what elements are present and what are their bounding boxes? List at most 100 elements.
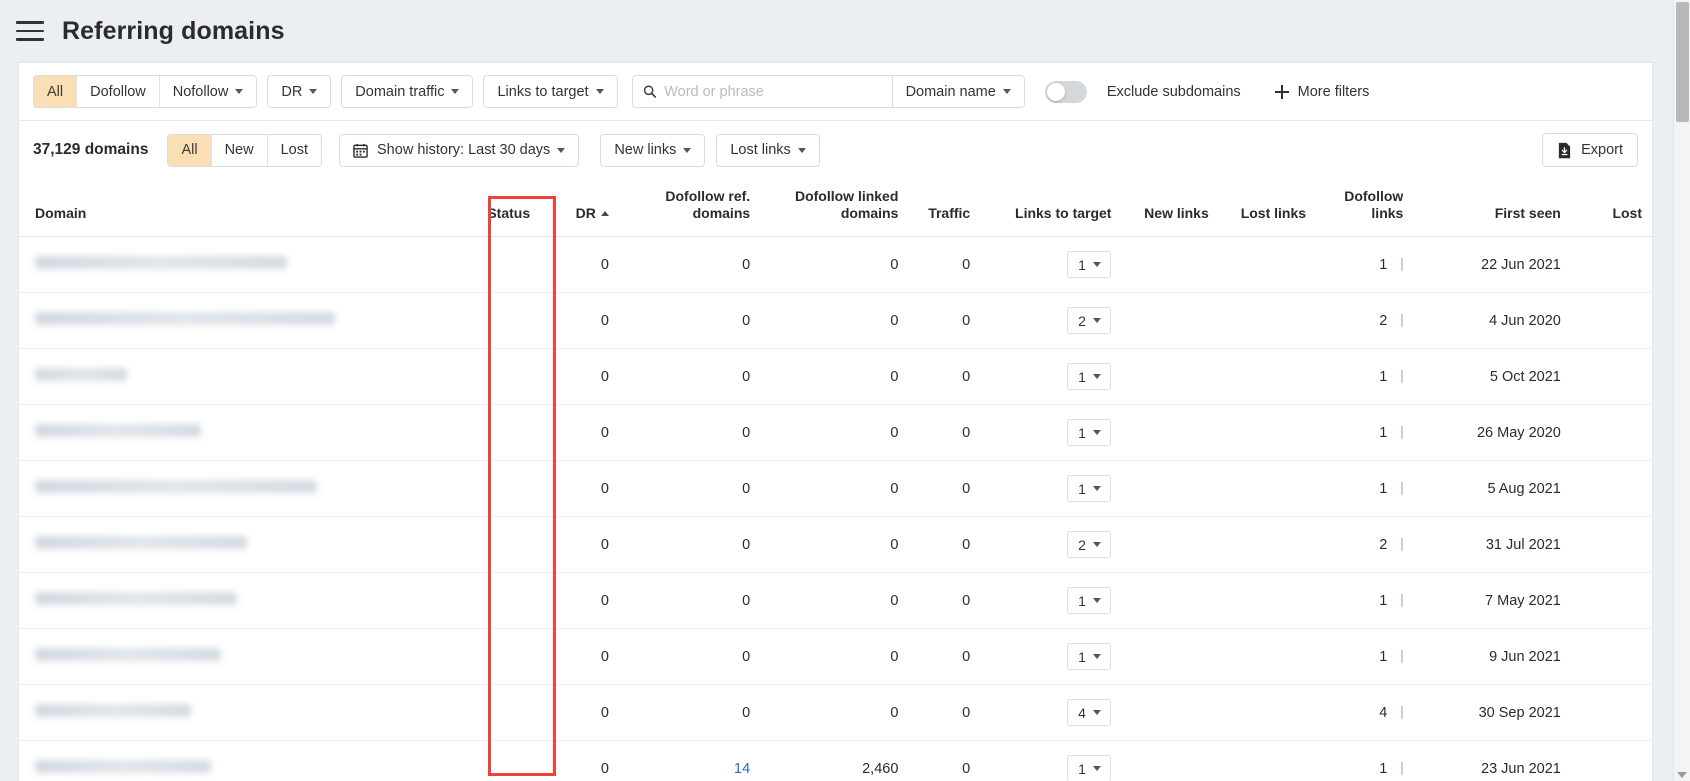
sparkline-mark-icon	[1401, 650, 1403, 663]
cell-dofollow-ref-domains[interactable]: 14	[619, 741, 760, 781]
links-to-target-dropdown[interactable]: 2	[1067, 531, 1111, 558]
col-links-to-target[interactable]: Links to target	[980, 180, 1121, 237]
cell-domain[interactable]	[19, 741, 427, 781]
table-row[interactable]: 00001126 May 2020	[19, 405, 1652, 461]
cell-lost-links	[1219, 741, 1316, 781]
cell-dofollow-links: 1	[1316, 629, 1413, 685]
cell-status	[427, 293, 540, 349]
filter-bar: All Dofollow Nofollow DR Domain traffic …	[19, 63, 1652, 121]
show-history-button[interactable]: Show history: Last 30 days	[339, 134, 579, 167]
cell-domain[interactable]	[19, 517, 427, 573]
col-lost-links[interactable]: Lost links	[1219, 180, 1316, 237]
cell-links-to-target: 4	[980, 685, 1121, 741]
scroll-down-arrow-icon[interactable]	[1677, 772, 1687, 778]
chevron-down-icon	[1003, 89, 1011, 94]
exclude-subdomains-label: Exclude subdomains	[1107, 84, 1241, 100]
filter-all[interactable]: All	[34, 76, 77, 107]
table-header-row: Domain Status DR Dofollow ref. domains D…	[19, 180, 1652, 237]
dr-filter-button[interactable]: DR	[267, 75, 331, 108]
cell-domain[interactable]	[19, 685, 427, 741]
chevron-down-icon	[451, 89, 459, 94]
table-row[interactable]: 00002231 Jul 2021	[19, 517, 1652, 573]
more-filters-label: More filters	[1298, 84, 1370, 100]
new-links-button[interactable]: New links	[600, 134, 705, 167]
col-dofollow-linked-domains[interactable]: Dofollow linked domains	[760, 180, 908, 237]
cell-first-seen: 9 Jun 2021	[1413, 629, 1571, 685]
cell-domain[interactable]	[19, 349, 427, 405]
segment-lost[interactable]: Lost	[268, 135, 321, 166]
table-row[interactable]: 0000117 May 2021	[19, 573, 1652, 629]
scrollbar-thumb[interactable]	[1676, 2, 1689, 122]
links-to-target-dropdown[interactable]: 1	[1067, 587, 1111, 614]
cell-domain[interactable]	[19, 237, 427, 293]
cell-dofollow-links: 1	[1316, 349, 1413, 405]
table-row[interactable]: 0000119 Jun 2021	[19, 629, 1652, 685]
cell-dofollow-ref-domains: 0	[619, 685, 760, 741]
links-to-target-dropdown[interactable]: 1	[1067, 475, 1111, 502]
cell-dofollow-links: 2	[1316, 517, 1413, 573]
cell-domain[interactable]	[19, 405, 427, 461]
segment-all[interactable]: All	[168, 135, 211, 166]
col-lost[interactable]: Lost	[1571, 180, 1652, 237]
links-to-target-dropdown[interactable]: 1	[1067, 251, 1111, 278]
more-filters-button[interactable]: More filters	[1275, 84, 1370, 100]
links-to-target-dropdown[interactable]: 4	[1067, 699, 1111, 726]
cell-domain[interactable]	[19, 629, 427, 685]
col-status[interactable]: Status	[427, 180, 540, 237]
domain-name-select[interactable]: Domain name	[892, 75, 1025, 108]
links-to-target-dropdown[interactable]: 1	[1067, 363, 1111, 390]
cell-domain[interactable]	[19, 461, 427, 517]
search-input[interactable]	[664, 84, 881, 100]
cell-first-seen: 7 May 2021	[1413, 573, 1571, 629]
cell-domain[interactable]	[19, 573, 427, 629]
links-to-target-dropdown[interactable]: 1	[1067, 419, 1111, 446]
page-scrollbar[interactable]	[1673, 0, 1690, 781]
cell-dofollow-ref-domains: 0	[619, 293, 760, 349]
lost-links-button[interactable]: Lost links	[716, 134, 819, 167]
export-button[interactable]: Export	[1542, 133, 1638, 167]
cell-status	[427, 349, 540, 405]
filter-dofollow[interactable]: Dofollow	[77, 76, 160, 107]
hamburger-menu-icon[interactable]	[16, 21, 44, 41]
col-dofollow-ref-domains[interactable]: Dofollow ref. domains	[619, 180, 760, 237]
cell-dofollow-links: 1	[1316, 573, 1413, 629]
cell-links-to-target: 1	[980, 237, 1121, 293]
cell-first-seen: 22 Jun 2021	[1413, 237, 1571, 293]
links-to-target-value: 2	[1078, 537, 1086, 553]
cell-dofollow-links: 1	[1316, 237, 1413, 293]
col-new-links[interactable]: New links	[1121, 180, 1218, 237]
table-row[interactable]: 0142,46001123 Jun 2021	[19, 741, 1652, 781]
table-row[interactable]: 0000224 Jun 2020	[19, 293, 1652, 349]
chevron-down-icon	[1093, 710, 1101, 715]
table-row[interactable]: 00004430 Sep 2021	[19, 685, 1652, 741]
table-row[interactable]: 0000115 Oct 2021	[19, 349, 1652, 405]
cell-traffic: 0	[908, 237, 980, 293]
col-dr[interactable]: DR	[540, 180, 619, 237]
cell-domain[interactable]	[19, 293, 427, 349]
results-table-wrapper[interactable]: Domain Status DR Dofollow ref. domains D…	[19, 180, 1652, 781]
col-first-seen[interactable]: First seen	[1413, 180, 1571, 237]
chevron-down-icon	[309, 89, 317, 94]
table-row[interactable]: 0000115 Aug 2021	[19, 461, 1652, 517]
col-dofollow-links[interactable]: Dofollow links	[1316, 180, 1413, 237]
search-box[interactable]	[632, 75, 892, 108]
table-row[interactable]: 00001122 Jun 2021	[19, 237, 1652, 293]
links-to-target-filter-label: Links to target	[497, 84, 588, 100]
links-to-target-filter-button[interactable]: Links to target	[483, 75, 617, 108]
col-traffic[interactable]: Traffic	[908, 180, 980, 237]
domain-traffic-filter-button[interactable]: Domain traffic	[341, 75, 473, 108]
links-to-target-dropdown[interactable]: 1	[1067, 643, 1111, 670]
cell-status	[427, 461, 540, 517]
cell-lost-links	[1219, 349, 1316, 405]
cell-links-to-target: 1	[980, 405, 1121, 461]
links-to-target-dropdown[interactable]: 1	[1067, 755, 1111, 781]
cell-status	[427, 405, 540, 461]
exclude-subdomains-toggle[interactable]	[1045, 81, 1087, 103]
col-domain[interactable]: Domain	[19, 180, 427, 237]
cell-traffic: 0	[908, 517, 980, 573]
segment-new[interactable]: New	[212, 135, 268, 166]
filter-nofollow[interactable]: Nofollow	[160, 76, 257, 107]
search-icon	[643, 84, 657, 99]
cell-links-to-target: 2	[980, 293, 1121, 349]
links-to-target-dropdown[interactable]: 2	[1067, 307, 1111, 334]
